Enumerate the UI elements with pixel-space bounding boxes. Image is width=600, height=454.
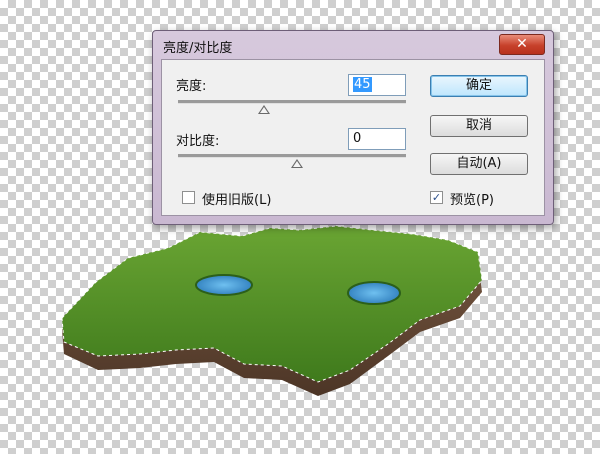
brightness-contrast-dialog: 亮度/对比度 ✕ 亮度: 45 对比度: 0 使用旧版(L) 确定 取消 自动(… bbox=[152, 30, 554, 225]
close-icon[interactable]: ✕ bbox=[499, 34, 545, 55]
brightness-slider-track[interactable] bbox=[178, 100, 406, 104]
ok-button[interactable]: 确定 bbox=[430, 75, 528, 97]
contrast-slider-thumb[interactable] bbox=[291, 159, 303, 168]
brightness-label: 亮度: bbox=[176, 79, 207, 94]
brightness-slider-thumb[interactable] bbox=[258, 105, 270, 114]
contrast-label: 对比度: bbox=[176, 134, 220, 149]
contrast-input[interactable]: 0 bbox=[348, 128, 406, 150]
dialog-body: 亮度: 45 对比度: 0 使用旧版(L) 确定 取消 自动(A) ✓ 预览(P… bbox=[161, 59, 545, 216]
contrast-slider-track[interactable] bbox=[178, 154, 406, 158]
dialog-title: 亮度/对比度 bbox=[163, 41, 233, 56]
auto-button[interactable]: 自动(A) bbox=[430, 153, 528, 175]
legacy-checkbox[interactable] bbox=[182, 191, 195, 204]
cancel-button[interactable]: 取消 bbox=[430, 115, 528, 137]
dialog-titlebar[interactable]: 亮度/对比度 ✕ bbox=[153, 31, 553, 57]
legacy-label: 使用旧版(L) bbox=[202, 193, 272, 208]
brightness-input[interactable]: 45 bbox=[348, 74, 406, 96]
preview-checkbox[interactable]: ✓ bbox=[430, 191, 443, 204]
preview-label: 预览(P) bbox=[450, 193, 494, 208]
